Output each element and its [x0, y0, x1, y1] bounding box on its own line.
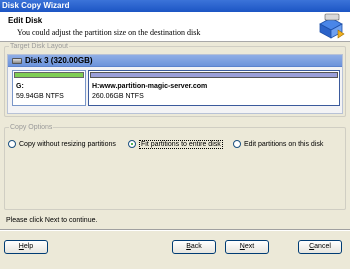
partition-g-size: 59.94GB NTFS — [16, 93, 64, 100]
cancel-button[interactable]: Cancel — [298, 240, 342, 254]
partition-h-usage-bar — [90, 72, 338, 78]
divider — [0, 229, 350, 231]
disk-name: Disk 3 (320.00GB) — [25, 56, 93, 65]
disk-copy-logo-icon — [319, 13, 345, 39]
option-label: Fit partitions to entire disk — [139, 140, 223, 149]
partition-g-usage-bar — [14, 72, 84, 78]
partition-g-label: G: — [16, 83, 24, 90]
partition-g[interactable]: G: 59.94GB NTFS — [12, 70, 86, 106]
copy-options-legend: Copy Options — [10, 124, 53, 131]
radio-button-selected[interactable] — [128, 140, 136, 149]
copy-options-group: Copy Options — [4, 124, 346, 210]
page-subtitle: You could adjust the partition size on t… — [17, 28, 201, 37]
option-fit-partitions[interactable]: Fit partitions to entire disk — [128, 140, 223, 149]
partition-h[interactable]: H:www.partition-magic-server.com 260.06G… — [88, 70, 340, 106]
help-button[interactable]: Help — [4, 240, 48, 254]
next-button[interactable]: Next — [225, 240, 269, 254]
window-title: Disk Copy Wizard — [0, 0, 350, 12]
option-edit-partitions[interactable]: Edit partitions on this disk — [233, 140, 323, 149]
target-disk-layout-legend: Target Disk Layout — [10, 43, 68, 50]
disk-panel: Disk 3 (320.00GB) G: 59.94GB NTFS H:www.… — [7, 54, 343, 114]
option-copy-without-resizing[interactable]: Copy without resizing partitions — [8, 140, 116, 149]
disk-header: Disk 3 (320.00GB) — [8, 55, 342, 67]
radio-button[interactable] — [8, 140, 16, 149]
hard-disk-icon — [12, 58, 22, 64]
status-message: Please click Next to continue. — [6, 217, 98, 224]
partition-h-label: H:www.partition-magic-server.com — [92, 83, 208, 90]
option-label: Copy without resizing partitions — [19, 141, 116, 148]
back-button[interactable]: Back — [172, 240, 216, 254]
partition-h-size: 260.06GB NTFS — [92, 93, 144, 100]
radio-button[interactable] — [233, 140, 241, 149]
page-title: Edit Disk — [8, 16, 43, 25]
wizard-header: Edit Disk You could adjust the partition… — [0, 12, 350, 42]
option-label: Edit partitions on this disk — [244, 141, 324, 148]
